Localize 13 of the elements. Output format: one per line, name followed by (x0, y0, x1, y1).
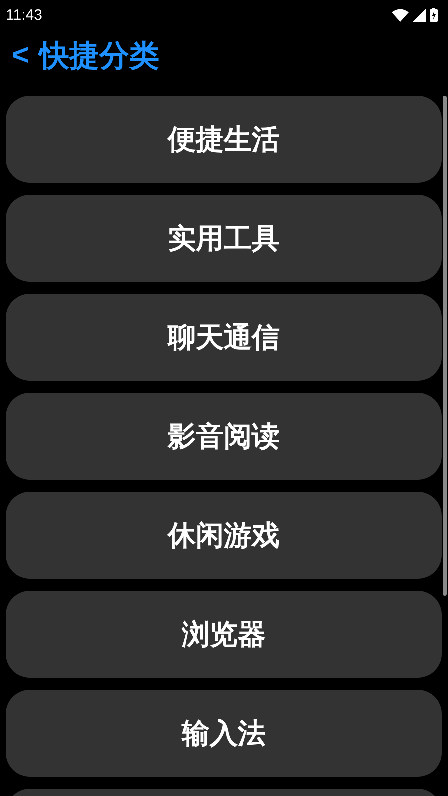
page-title: 快捷分类 (40, 38, 160, 76)
category-button[interactable]: 浏览器 (6, 591, 442, 678)
back-button[interactable]: < (12, 39, 30, 73)
category-button[interactable]: 休闲游戏 (6, 492, 442, 579)
signal-icon (413, 8, 426, 22)
category-button[interactable]: 影音阅读 (6, 393, 442, 480)
category-button[interactable]: 输入法 (6, 690, 442, 777)
status-time: 11:43 (6, 6, 42, 24)
category-button[interactable]: 便捷生活 (6, 96, 442, 183)
category-button[interactable]: 实用工具 (6, 195, 442, 282)
wifi-icon (392, 8, 409, 22)
battery-icon (430, 8, 438, 22)
category-button[interactable]: 聊天通信 (6, 294, 442, 381)
